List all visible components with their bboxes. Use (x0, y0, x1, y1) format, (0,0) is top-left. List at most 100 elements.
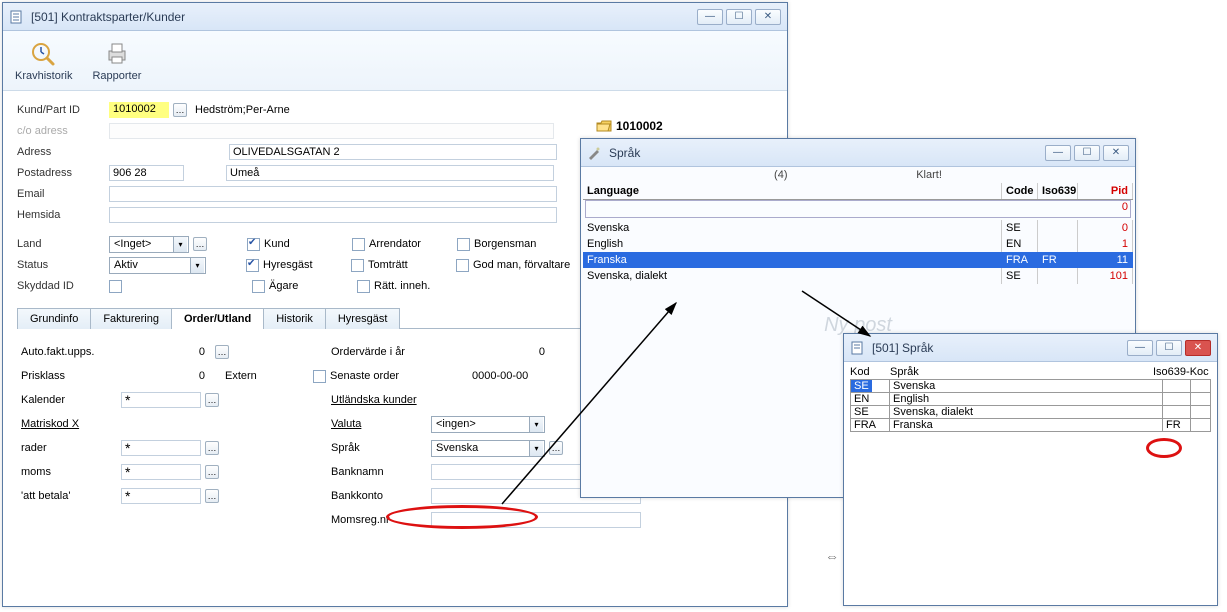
folder-label: 1010002 (616, 119, 663, 133)
hyresgast-checkbox[interactable] (246, 259, 259, 272)
extern-checkbox[interactable] (313, 370, 326, 383)
reg-title: [501] Språk (868, 341, 1127, 355)
lang-maximize-button[interactable]: ☐ (1074, 145, 1100, 161)
minimize-button[interactable]: — (697, 9, 723, 25)
rader-lookup-button[interactable]: … (205, 441, 219, 455)
valuta-label: Valuta (331, 418, 431, 430)
arrendator-checkbox[interactable] (352, 238, 365, 251)
kalender-label: Kalender (21, 394, 121, 406)
momsreg-input[interactable] (431, 512, 641, 528)
senaste-label: Senaste order (330, 370, 412, 382)
reg-maximize-button[interactable]: ☐ (1156, 340, 1182, 356)
adress-input[interactable] (229, 144, 557, 160)
rapporter-label: Rapporter (92, 70, 141, 82)
land-label: Land (17, 238, 109, 250)
reg-row[interactable]: SE Svenska (850, 379, 1211, 393)
tab-hyresgast[interactable]: Hyresgäst (325, 308, 401, 329)
ordervarde-value: 0 (431, 346, 551, 358)
lang-row[interactable]: Svenska, dialektSE101 (583, 268, 1133, 284)
borgensman-checkbox[interactable] (457, 238, 470, 251)
kalender-lookup-button[interactable]: … (205, 393, 219, 407)
extern-label: Extern (225, 370, 257, 382)
kund-id-label: Kund/Part ID (17, 104, 109, 116)
reg-row[interactable]: EN English (850, 393, 1211, 406)
lang-close-button[interactable]: ✕ (1103, 145, 1129, 161)
lang-row[interactable]: SvenskaSE0 (583, 220, 1133, 236)
reg-head-iso[interactable]: Iso639-Koc (1153, 366, 1211, 378)
email-input[interactable] (109, 186, 557, 202)
folder-node[interactable]: 1010002 (596, 119, 663, 133)
lang-head-code[interactable]: Code (1002, 183, 1038, 199)
co-adress-input[interactable] (109, 123, 554, 139)
hemsida-input[interactable] (109, 207, 557, 223)
lang-row[interactable]: EnglishEN1 (583, 236, 1133, 252)
tab-grundinfo[interactable]: Grundinfo (17, 308, 91, 329)
kund-checkbox[interactable] (247, 238, 260, 251)
moms-input[interactable] (121, 464, 201, 480)
reg-minimize-button[interactable]: — (1127, 340, 1153, 356)
utland-label: Utländska kunder (331, 394, 431, 406)
tomtratt-checkbox[interactable] (351, 259, 364, 272)
kravhistorik-label: Kravhistorik (15, 70, 72, 82)
att-lookup-button[interactable]: … (205, 489, 219, 503)
sprak-dropdown[interactable]: Svenska (431, 440, 545, 457)
lang-count: (4) (774, 169, 787, 181)
postadress-label: Postadress (17, 167, 109, 179)
prisklass-value: 0 (121, 370, 211, 382)
skyddad-label: Skyddad ID (17, 280, 109, 292)
lang-head-pid[interactable]: Pid (1078, 183, 1133, 199)
valuta-dropdown[interactable]: <ingen> (431, 416, 545, 433)
close-button[interactable]: ✕ (755, 9, 781, 25)
att-input[interactable] (121, 488, 201, 504)
main-titlebar: [501] Kontraktsparter/Kunder — ☐ ✕ (3, 3, 787, 31)
kund-id-lookup-button[interactable]: … (173, 103, 187, 117)
maximize-button[interactable]: ☐ (726, 9, 752, 25)
reg-head-kod[interactable]: Kod (850, 366, 890, 378)
lang-head-language[interactable]: Language (583, 183, 1002, 199)
reg-row[interactable]: SE Svenska, dialekt (850, 406, 1211, 419)
att-label: 'att betala' (21, 490, 121, 502)
doc-icon (850, 341, 864, 355)
land-lookup-button[interactable]: … (193, 237, 207, 251)
skyddad-checkbox[interactable] (109, 280, 122, 293)
tab-historik[interactable]: Historik (263, 308, 326, 329)
language-registry-window: [501] Språk — ☐ ✕ Kod Språk Iso639-Koc S… (843, 333, 1218, 606)
ratt-checkbox[interactable] (357, 280, 370, 293)
status-dropdown[interactable]: Aktiv (109, 257, 206, 274)
rader-input[interactable] (121, 440, 201, 456)
lang-title: Språk (605, 146, 1045, 160)
printer-icon (101, 39, 133, 67)
reg-head-sprak[interactable]: Språk (890, 366, 1153, 378)
moms-label: moms (21, 466, 121, 478)
land-dropdown[interactable]: <Inget> (109, 236, 189, 253)
postadress-code-input[interactable] (109, 165, 184, 181)
sprak-lookup-button[interactable]: … (549, 441, 563, 455)
lang-row-selected[interactable]: FranskaFRAFR11 (583, 252, 1133, 268)
moms-lookup-button[interactable]: … (205, 465, 219, 479)
kund-id-value[interactable]: 1010002 (109, 102, 169, 118)
agare-checkbox[interactable] (252, 280, 265, 293)
reg-row[interactable]: FRA Franska FR (850, 419, 1211, 432)
lang-minimize-button[interactable]: — (1045, 145, 1071, 161)
tab-order-utland[interactable]: Order/Utland (171, 308, 264, 329)
lang-search-row[interactable]: 0 (585, 200, 1131, 218)
resize-handle-icon[interactable]: ⇔ (825, 548, 839, 564)
postadress-city-input[interactable] (226, 165, 554, 181)
kravhistorik-button[interactable]: Kravhistorik (15, 39, 72, 82)
godman-checkbox[interactable] (456, 259, 469, 272)
kalender-input[interactable] (121, 392, 201, 408)
sprak-label: Språk (331, 442, 431, 454)
auto-label: Auto.fakt.upps. (21, 346, 121, 358)
wand-icon (587, 146, 601, 160)
doc-icon (9, 10, 23, 24)
ordervarde-label: Ordervärde i år (331, 346, 431, 358)
hemsida-label: Hemsida (17, 209, 109, 221)
rapporter-button[interactable]: Rapporter (92, 39, 141, 82)
tab-fakturering[interactable]: Fakturering (90, 308, 172, 329)
lang-titlebar: Språk — ☐ ✕ (581, 139, 1135, 167)
reg-close-button[interactable]: ✕ (1185, 340, 1211, 356)
lang-head-iso[interactable]: Iso639 (1038, 183, 1078, 199)
kund-name-value: Hedström;Per-Arne (195, 104, 290, 116)
auto-lookup-button[interactable]: … (215, 345, 229, 359)
lang-grid-head: Language Code Iso639 Pid (583, 183, 1133, 200)
